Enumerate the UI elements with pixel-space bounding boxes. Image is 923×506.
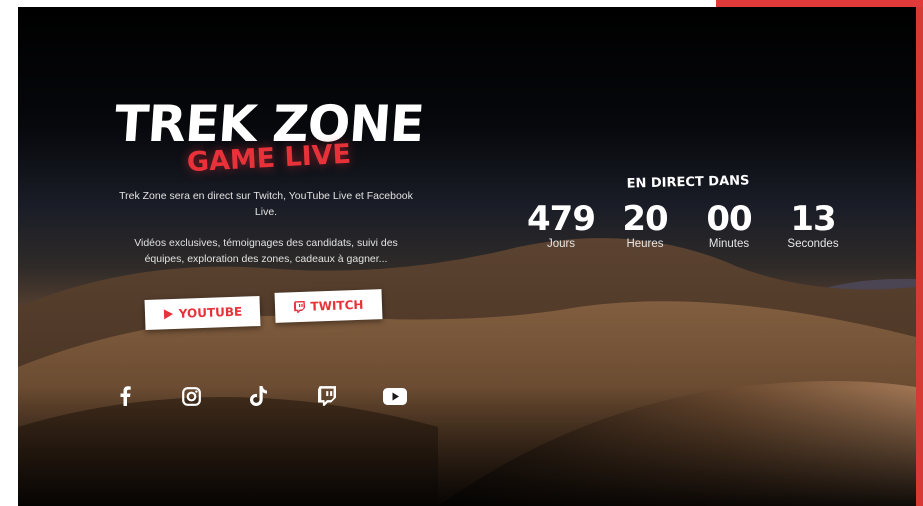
tiktok-link[interactable] bbox=[246, 383, 272, 409]
intro-text-1: Trek Zone sera en direct sur Twitch, You… bbox=[119, 190, 413, 218]
youtube-button-label: YOUTUBE bbox=[178, 304, 243, 321]
twitch-button[interactable]: TWITCH bbox=[274, 289, 383, 323]
countdown-hours: 20 Heures bbox=[600, 200, 690, 251]
countdown-days: 479 Jours bbox=[516, 200, 606, 251]
social-links bbox=[18, 383, 916, 413]
play-icon bbox=[163, 309, 173, 320]
countdown-minutes: 00 Minutes bbox=[684, 200, 774, 251]
twitch-button-label: TWITCH bbox=[310, 297, 364, 314]
hero-section: TREK ZONE GAME LIVE Trek Zone sera en di… bbox=[18, 7, 916, 506]
twitch-link[interactable] bbox=[314, 383, 340, 409]
countdown-minutes-label: Minutes bbox=[708, 238, 750, 250]
facebook-link[interactable] bbox=[112, 383, 138, 409]
twitch-icon bbox=[293, 300, 305, 314]
countdown-hours-value: 20 bbox=[622, 199, 668, 239]
instagram-link[interactable] bbox=[178, 383, 204, 409]
countdown-days-value: 479 bbox=[527, 199, 596, 239]
countdown-minutes-value: 00 bbox=[706, 199, 752, 239]
page-edge-strip bbox=[916, 7, 923, 506]
corner-accent-bar bbox=[716, 0, 923, 7]
countdown-seconds: 13 Secondes bbox=[768, 200, 858, 251]
intro-text-2: Vidéos exclusives, témoignages des candi… bbox=[134, 237, 398, 265]
countdown-seconds-value: 13 bbox=[790, 199, 836, 239]
youtube-button[interactable]: YOUTUBE bbox=[144, 296, 261, 330]
youtube-icon bbox=[383, 387, 407, 405]
facebook-icon bbox=[120, 386, 131, 406]
brand-logo: TREK ZONE GAME LIVE bbox=[104, 95, 434, 187]
twitch-social-icon bbox=[318, 386, 336, 406]
countdown-seconds-label: Secondes bbox=[787, 238, 839, 250]
countdown-hours-label: Heures bbox=[626, 238, 664, 250]
countdown-days-label: Jours bbox=[546, 238, 576, 250]
youtube-link[interactable] bbox=[382, 383, 408, 409]
instagram-icon bbox=[181, 386, 201, 406]
tiktok-icon bbox=[250, 386, 267, 406]
